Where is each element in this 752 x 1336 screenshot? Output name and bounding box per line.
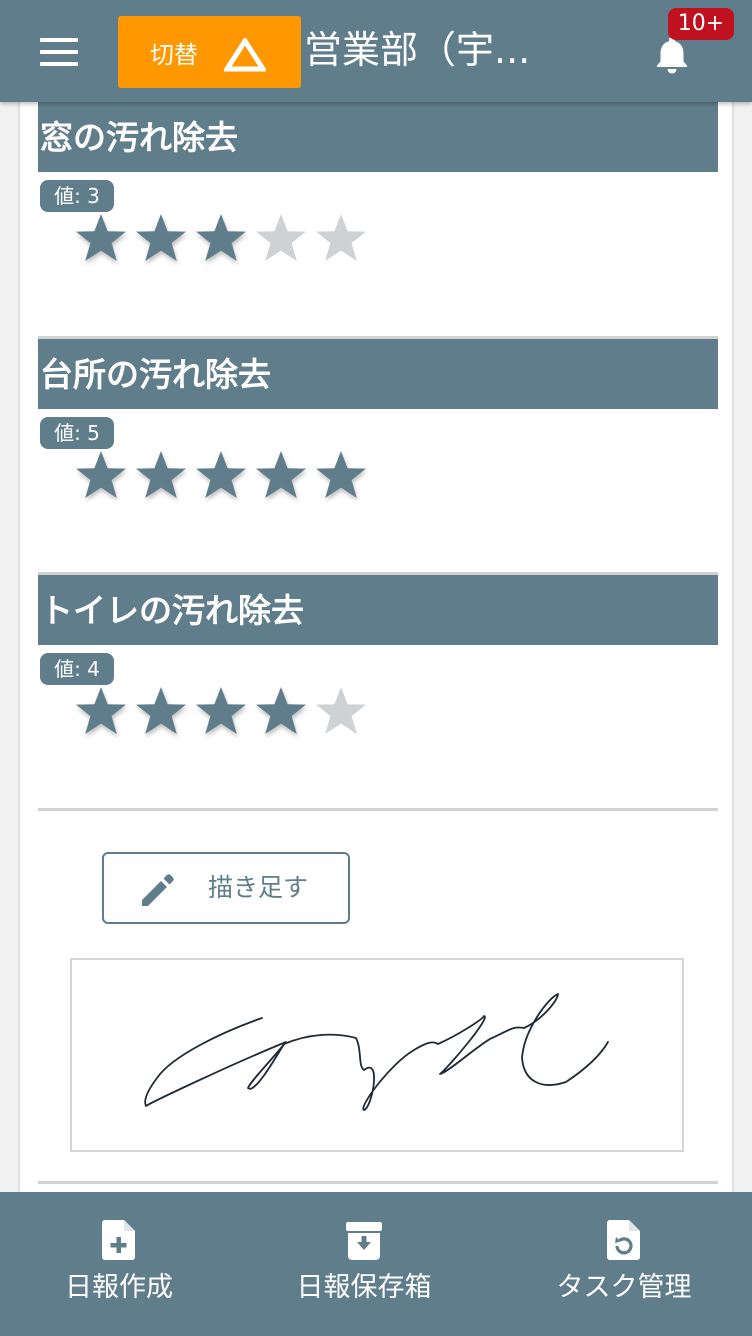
app-header: 切替 営業部（宇... 10+ — [0, 0, 752, 102]
page-title: 営業部（宇... — [304, 28, 531, 72]
rating-card-window: 窓の汚れ除去 値: 3 — [38, 102, 718, 339]
menu-line — [40, 62, 78, 66]
switch-button[interactable]: 切替 — [118, 16, 301, 88]
star-filled-icon[interactable] — [74, 449, 128, 503]
star-filled-icon[interactable] — [194, 685, 248, 739]
star-filled-icon[interactable] — [194, 212, 248, 266]
app-root: 切替 営業部（宇... 10+ 窓の汚れ除去 値: 3 台所の汚れ除去 値: 5… — [0, 0, 752, 1336]
warning-triangle-icon — [224, 38, 266, 72]
rating-title: 台所の汚れ除去 — [38, 339, 718, 409]
hamburger-menu-icon[interactable] — [40, 38, 78, 66]
nav-label: 日報作成 — [65, 1272, 173, 1303]
switch-button-label: 切替 — [150, 40, 198, 69]
pencil-icon — [142, 874, 174, 906]
star-rating[interactable] — [74, 212, 384, 272]
nav-create-report[interactable]: 日報作成 — [40, 1192, 198, 1336]
rating-value-badge: 値: 4 — [40, 653, 114, 685]
star-empty-icon[interactable] — [254, 212, 308, 266]
star-filled-icon[interactable] — [194, 449, 248, 503]
nav-label: 日報保存箱 — [296, 1272, 432, 1303]
file-refresh-icon — [607, 1220, 640, 1260]
star-filled-icon[interactable] — [134, 449, 188, 503]
rating-title: 窓の汚れ除去 — [38, 102, 718, 172]
star-rating[interactable] — [74, 685, 384, 745]
star-filled-icon[interactable] — [314, 449, 368, 503]
menu-line — [40, 38, 78, 42]
nav-label: タスク管理 — [556, 1272, 692, 1303]
star-filled-icon[interactable] — [134, 212, 188, 266]
archive-box-icon — [346, 1222, 382, 1260]
star-filled-icon[interactable] — [254, 449, 308, 503]
menu-line — [40, 50, 78, 54]
bottom-navigation: 日報作成 日報保存箱 タスク管理 — [0, 1192, 752, 1336]
signature-card: 描き足す — [38, 812, 718, 1184]
rating-card-toilet: トイレの汚れ除去 値: 4 — [38, 575, 718, 811]
star-empty-icon[interactable] — [314, 685, 368, 739]
signature-stroke — [144, 993, 609, 1111]
star-filled-icon[interactable] — [254, 685, 308, 739]
nav-task-management[interactable]: タスク管理 — [536, 1192, 712, 1336]
draw-more-label: 描き足す — [208, 873, 309, 902]
rating-value-badge: 値: 5 — [40, 417, 114, 449]
draw-more-button[interactable]: 描き足す — [102, 852, 350, 924]
file-plus-icon — [102, 1220, 135, 1260]
notification-badge: 10+ — [668, 8, 734, 40]
rating-card-kitchen: 台所の汚れ除去 値: 5 — [38, 339, 718, 575]
star-filled-icon[interactable] — [74, 212, 128, 266]
star-filled-icon[interactable] — [74, 685, 128, 739]
rating-value-badge: 値: 3 — [40, 180, 114, 212]
content-area: 窓の汚れ除去 値: 3 台所の汚れ除去 値: 5 トイレの汚れ除去 値: 4 描… — [18, 102, 734, 1192]
star-filled-icon[interactable] — [134, 685, 188, 739]
signature-pad[interactable] — [70, 958, 684, 1152]
star-empty-icon[interactable] — [314, 212, 368, 266]
rating-title: トイレの汚れ除去 — [38, 575, 718, 645]
star-rating[interactable] — [74, 449, 384, 509]
nav-report-archive[interactable]: 日報保存箱 — [274, 1192, 454, 1336]
bell-icon[interactable] — [652, 34, 692, 74]
